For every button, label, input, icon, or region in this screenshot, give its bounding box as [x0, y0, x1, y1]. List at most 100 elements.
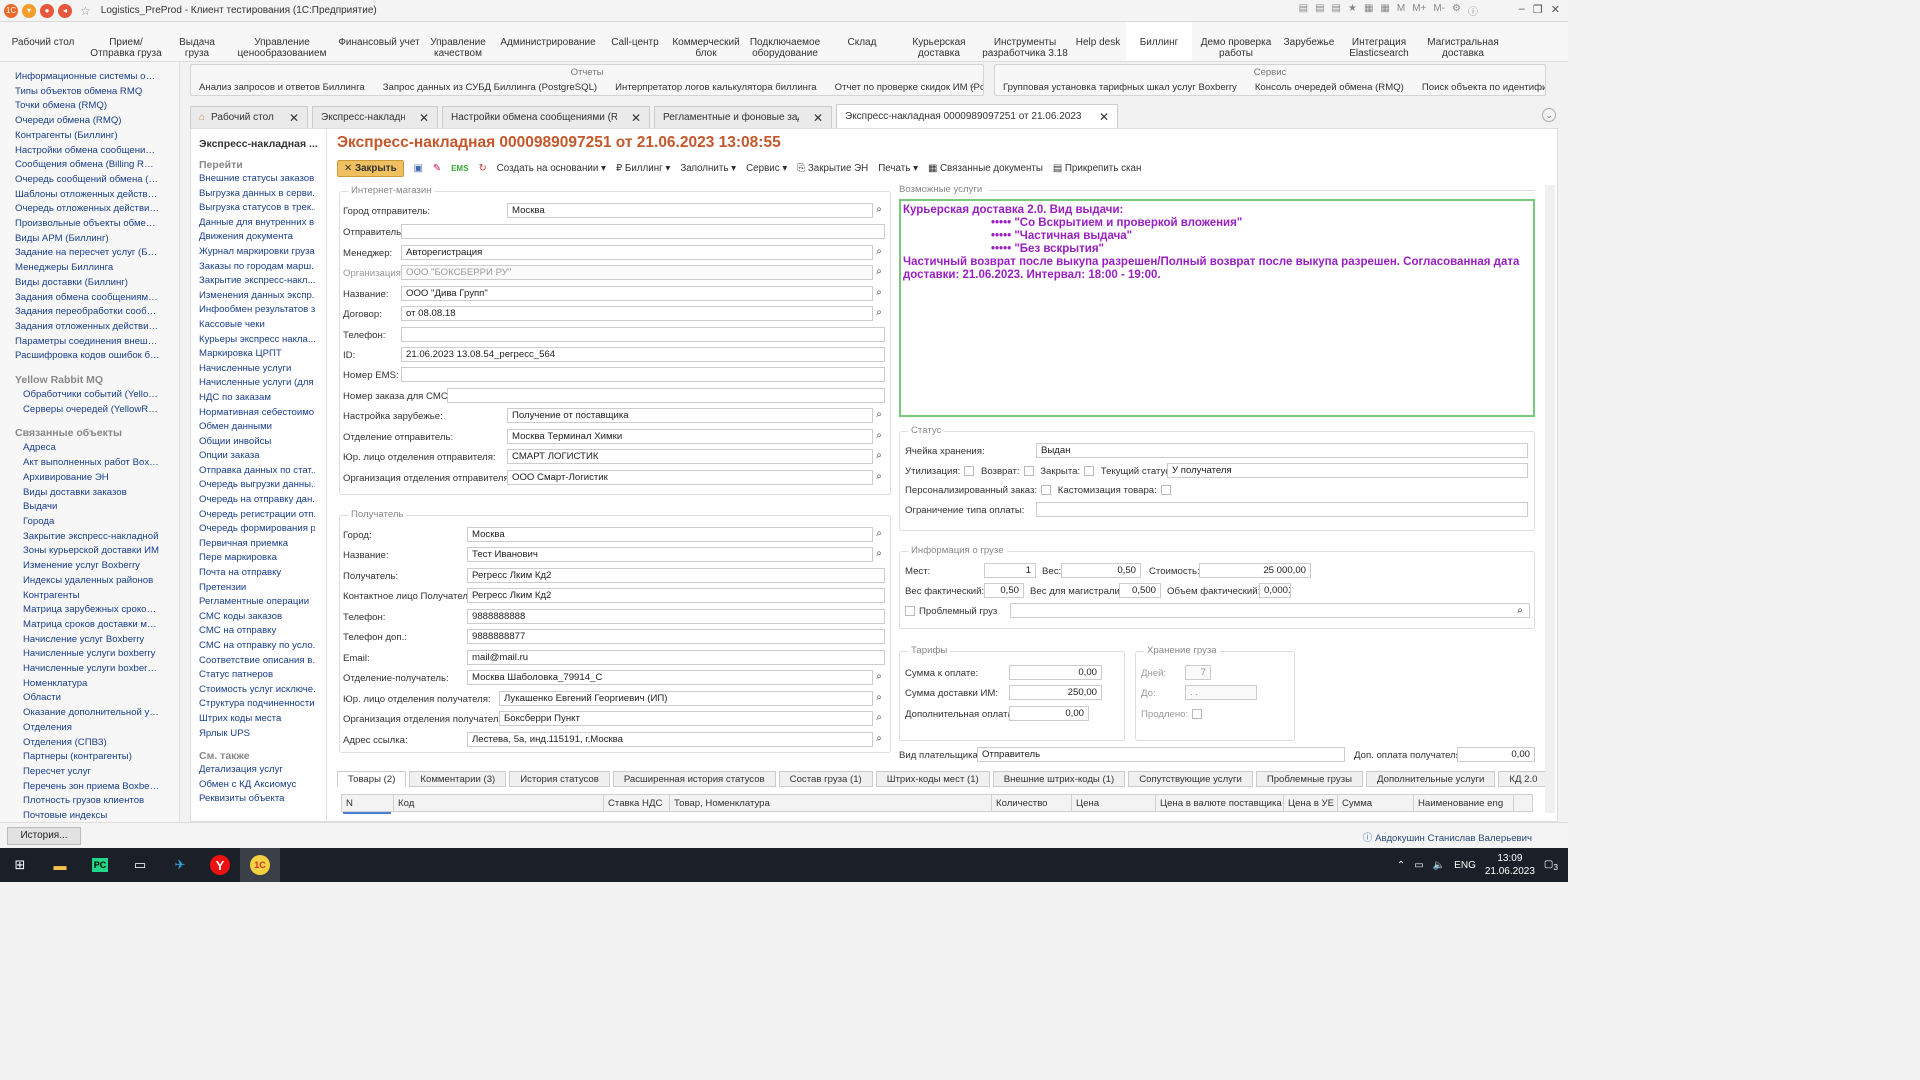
network-icon[interactable]: ▭: [1414, 860, 1423, 871]
search-icon[interactable]: ⌕: [1514, 605, 1526, 617]
section-item[interactable]: Инструменты разработчика 3.18: [980, 22, 1070, 61]
form-nav-item[interactable]: Очередь выгрузки данны...: [191, 478, 315, 493]
info-icon[interactable]: ⓘ: [1468, 3, 1478, 18]
section-item[interactable]: Магистральная доставка: [1420, 22, 1506, 61]
bottom-tab[interactable]: Штрих-коды мест (1): [875, 771, 990, 787]
leftnav-item[interactable]: Города: [0, 515, 160, 530]
create-based-menu[interactable]: Создать на основании ▾: [497, 163, 606, 174]
leftnav-item[interactable]: Выдачи: [0, 500, 160, 515]
close-en-button[interactable]: ⎘ Закрытие ЭН: [797, 163, 868, 174]
column-header[interactable]: Цена в валюте поставщика: [1156, 795, 1284, 811]
tab[interactable]: ⌂ Рабочий стол ✕: [190, 106, 308, 128]
leftnav-item[interactable]: Партнеры (контрагенты): [0, 750, 160, 765]
service-link[interactable]: Консоль очередей обмена (RMQ): [1255, 82, 1404, 93]
leftnav-item[interactable]: Отделения: [0, 721, 160, 736]
leftnav-item[interactable]: Виды АРМ (Биллинг): [0, 232, 160, 247]
back-icon[interactable]: ◂: [58, 3, 72, 18]
form-nav-item[interactable]: Начисленные услуги: [191, 362, 315, 377]
form-nav-item[interactable]: Соответствие описания в...: [191, 654, 315, 669]
search-icon[interactable]: ⌕: [873, 548, 885, 560]
field-input[interactable]: [447, 388, 885, 403]
field-input[interactable]: ООО Смарт-Логистик: [507, 470, 873, 485]
cell-field[interactable]: Выдан: [1036, 443, 1528, 458]
bottom-tab[interactable]: История статусов: [509, 771, 610, 787]
form-nav-item[interactable]: Пере маркировка: [191, 551, 315, 566]
menu-icon[interactable]: ▾: [22, 3, 36, 18]
leftnav-item[interactable]: Почтовые индексы: [0, 809, 160, 822]
form-nav-item[interactable]: Начисленные услуги (для ...: [191, 376, 315, 391]
leftnav-item[interactable]: Адреса: [0, 441, 160, 456]
field-input[interactable]: 9888888877: [467, 629, 885, 644]
search-icon[interactable]: ⌕: [873, 246, 885, 258]
tab[interactable]: Экспресс-накладная 0000989097251 от 21.0…: [836, 104, 1118, 128]
memory-minus-button[interactable]: M-: [1433, 3, 1445, 18]
form-nav-item[interactable]: Курьеры экспресс накла...: [191, 333, 315, 348]
field-input[interactable]: Получение от поставщика: [507, 408, 873, 423]
form-nav-item[interactable]: Очередь формирования р...: [191, 522, 315, 537]
bottom-tab[interactable]: КД 2.0: [1498, 771, 1549, 787]
form-nav-item[interactable]: Стоимость услуг исключе...: [191, 683, 315, 698]
favorites-icon[interactable]: ☆: [80, 4, 91, 18]
leftnav-item[interactable]: Очередь сообщений обмена (R...: [0, 173, 160, 188]
field-input[interactable]: Москва: [507, 203, 873, 218]
form-nav-item[interactable]: Регламентные операции: [191, 595, 315, 610]
service-link[interactable]: Поиск объекта по идентифи...: [1422, 82, 1545, 93]
form-nav-item[interactable]: Претензии: [191, 581, 315, 596]
billing-menu[interactable]: ₽ Биллинг ▾: [616, 163, 670, 174]
field-input[interactable]: mail@mail.ru: [467, 650, 885, 665]
close-icon[interactable]: ✕: [1551, 3, 1560, 16]
close-button[interactable]: ✕ Закрыть: [337, 159, 404, 177]
form-nav-item[interactable]: Первичная приемка: [191, 537, 315, 552]
leftnav-item[interactable]: Задания обмена сообщениями (...: [0, 291, 160, 306]
field-input[interactable]: 21.06.2023 13.08.54_регресс_564: [401, 347, 885, 362]
bottom-tab[interactable]: Комментарии (3): [409, 771, 507, 787]
bottom-tab[interactable]: Сопутствующие услуги: [1128, 771, 1253, 787]
trunk-weight-field[interactable]: 0,500: [1119, 583, 1161, 598]
form-nav-item[interactable]: Закрытие экспресс-накл...: [191, 274, 315, 289]
restore-icon[interactable]: ❐: [1533, 3, 1543, 16]
bottom-tab[interactable]: Внешние штрих-коды (1): [992, 771, 1126, 787]
weight-field[interactable]: 0,50: [1061, 563, 1141, 578]
form-nav-item[interactable]: Детализация услуг: [191, 763, 315, 778]
form-nav-item[interactable]: Опции заказа: [191, 449, 315, 464]
tray-chevron-icon[interactable]: ⌃: [1397, 860, 1405, 871]
section-item[interactable]: Рабочий стол: [0, 22, 86, 61]
column-header[interactable]: Наименование eng: [1414, 795, 1514, 811]
delivery-sum-field[interactable]: 250,00: [1009, 685, 1102, 700]
leftnav-item[interactable]: Контрагенты: [0, 589, 160, 604]
related-docs-button[interactable]: ▦ Связанные документы: [928, 163, 1043, 174]
form-nav-item[interactable]: СМС коды заказов: [191, 610, 315, 625]
calendar-icon[interactable]: ▦: [1380, 3, 1389, 18]
close-icon[interactable]: ✕: [411, 111, 429, 125]
column-header[interactable]: Ставка НДС: [604, 795, 670, 811]
customization-checkbox[interactable]: [1160, 485, 1171, 496]
leftnav-item[interactable]: Сообщения обмена (Billing RMQ): [0, 158, 160, 173]
close-icon[interactable]: ✕: [281, 111, 299, 125]
leftnav-item[interactable]: Настройки обмена сообщениям...: [0, 144, 160, 159]
leftnav-item[interactable]: Очередь отложенных действий (...: [0, 202, 160, 217]
form-nav-item[interactable]: Общии инвойсы: [191, 435, 315, 450]
search-icon[interactable]: ⌕: [873, 712, 885, 724]
post-icon[interactable]: ✎: [433, 163, 441, 174]
form-nav-item[interactable]: Ярлык UPS: [191, 727, 315, 742]
leftnav-item[interactable]: Матрица сроков доставки ме...: [0, 618, 160, 633]
leftnav-item[interactable]: Виды доставки заказов: [0, 486, 160, 501]
section-item[interactable]: Зарубежье: [1280, 22, 1338, 61]
ems-icon[interactable]: EMS: [451, 164, 468, 173]
history-button[interactable]: История...: [7, 827, 81, 845]
start-icon[interactable]: ⊞: [0, 848, 40, 882]
sync-icon[interactable]: ↻: [478, 163, 486, 174]
column-header[interactable]: Сумма: [1338, 795, 1414, 811]
form-nav-item[interactable]: Выгрузка статусов в трек...: [191, 201, 315, 216]
personalized-checkbox[interactable]: [1041, 485, 1052, 496]
search-icon[interactable]: ⌕: [873, 450, 885, 462]
leftnav-item[interactable]: Параметры соединения внешни...: [0, 335, 160, 350]
section-item[interactable]: Прием/Отправка груза: [86, 22, 166, 61]
column-header[interactable]: Цена: [1072, 795, 1156, 811]
leftnav-item[interactable]: Точки обмена (RMQ): [0, 99, 160, 114]
form-nav-item[interactable]: Данные для внутренних в...: [191, 216, 315, 231]
form-nav-item[interactable]: СМС на отправку по усло...: [191, 639, 315, 654]
close-icon[interactable]: ✕: [805, 111, 823, 125]
field-input[interactable]: [401, 224, 885, 239]
form-nav-item[interactable]: Кассовые чеки: [191, 318, 315, 333]
